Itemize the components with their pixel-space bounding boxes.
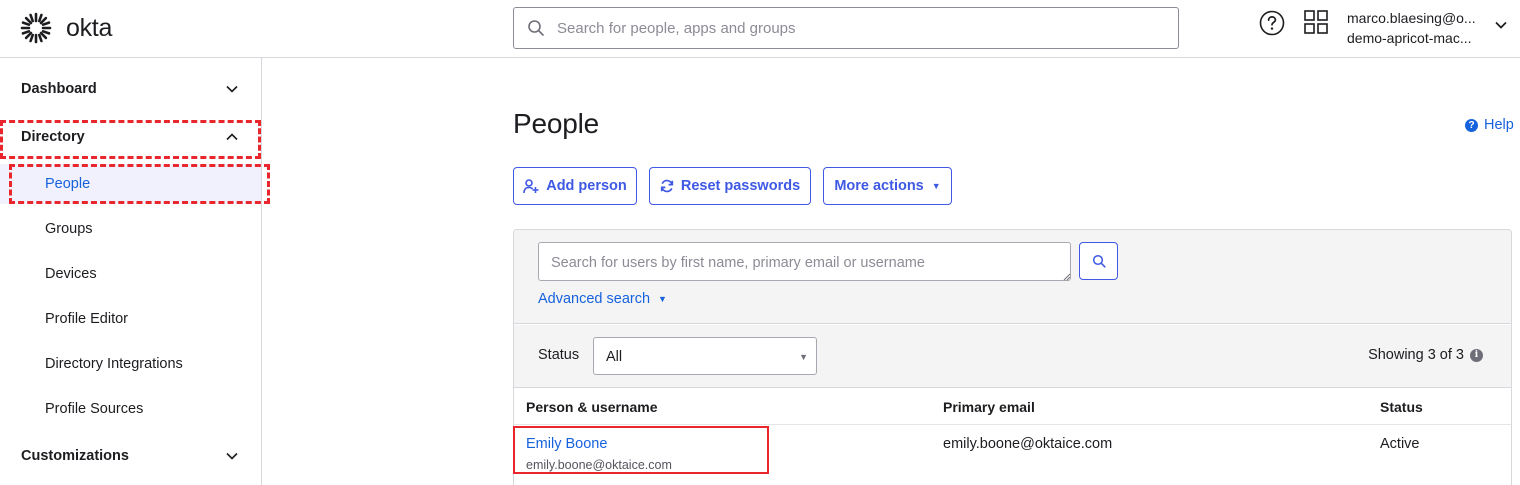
column-header-email: Primary email <box>943 399 1035 415</box>
help-link[interactable]: ? Help <box>1465 117 1514 133</box>
apps-grid-icon[interactable] <box>1304 10 1328 34</box>
results-count-label: Showing 3 of 3 <box>1368 347 1464 363</box>
table-header: Person & username Primary email Status <box>514 389 1511 425</box>
help-icon[interactable] <box>1259 10 1285 36</box>
add-person-button[interactable]: Add person <box>513 167 637 205</box>
user-search-button[interactable] <box>1079 242 1118 280</box>
global-search-box[interactable] <box>513 7 1179 49</box>
status-filter-label: Status <box>538 347 580 363</box>
sidebar-section-label: Directory <box>21 129 85 145</box>
user-org: demo-apricot-mac... <box>1347 30 1472 46</box>
advanced-search-link[interactable]: Advanced search ▼ <box>538 291 667 307</box>
sidebar-section-customizations[interactable]: Customizations <box>0 436 261 476</box>
user-name: marco.blaesing@o... <box>1347 10 1476 26</box>
search-icon <box>528 20 544 36</box>
global-search-input[interactable] <box>557 19 1157 37</box>
chevron-up-icon <box>226 133 238 141</box>
search-area: Search for users by first name, primary … <box>514 230 1511 324</box>
status-select[interactable]: All ▼ <box>593 337 817 375</box>
column-header-status: Status <box>1380 399 1423 415</box>
user-menu[interactable]: marco.blaesing@o... demo-apricot-mac... <box>1347 8 1476 48</box>
chevron-down-icon <box>226 452 238 460</box>
advanced-search-label: Advanced search <box>538 291 651 307</box>
resize-handle-icon[interactable] <box>1063 273 1071 281</box>
chevron-down-icon <box>226 85 238 93</box>
top-bar: okta marco.blaesing@o... demo-apricot-ma… <box>0 0 1520 58</box>
sidebar-item-groups[interactable]: Groups <box>0 209 261 249</box>
sidebar-section-directory[interactable]: Directory <box>0 117 261 157</box>
column-header-person: Person & username <box>526 399 658 415</box>
reset-passwords-label: Reset passwords <box>680 178 801 194</box>
sidebar-section-label: Dashboard <box>21 81 97 97</box>
person-name-link[interactable]: Emily Boone <box>526 436 607 452</box>
person-status: Active <box>1380 436 1420 452</box>
help-label: Help <box>1484 117 1514 133</box>
table-row: Emily Boone emily.boone@oktaice.com emil… <box>514 426 1511 485</box>
caret-down-icon: ▼ <box>658 294 667 304</box>
sidebar-item-people[interactable]: People <box>0 164 261 204</box>
chevron-down-icon[interactable] <box>1494 18 1508 32</box>
sidebar: Dashboard Directory People Groups Device… <box>0 58 262 485</box>
person-username: emily.boone@oktaice.com <box>526 458 672 472</box>
sidebar-section-dashboard[interactable]: Dashboard <box>0 69 261 109</box>
results-count: Showing 3 of 3 i <box>1368 347 1483 363</box>
status-select-value: All <box>606 349 623 365</box>
add-person-label: Add person <box>546 178 627 194</box>
refresh-icon <box>660 179 674 193</box>
people-panel: Search for users by first name, primary … <box>513 229 1512 485</box>
more-actions-button[interactable]: More actions ▼ <box>823 167 952 205</box>
sidebar-item-label: People <box>45 176 91 192</box>
user-search-input[interactable]: Search for users by first name, primary … <box>538 242 1071 281</box>
page-title: People <box>513 108 599 139</box>
question-icon: ? <box>1465 118 1478 132</box>
brand-name: okta <box>66 13 113 42</box>
sidebar-section-label: Customizations <box>21 448 129 464</box>
caret-down-icon: ▼ <box>931 181 941 191</box>
sidebar-item-label: Groups <box>45 221 93 237</box>
caret-down-icon: ▼ <box>799 352 808 362</box>
filter-bar: Status All ▼ Showing 3 of 3 i <box>514 325 1511 388</box>
sidebar-item-devices[interactable]: Devices <box>0 254 261 294</box>
search-icon <box>1092 254 1106 268</box>
sidebar-item-label: Profile Sources <box>45 401 144 417</box>
sidebar-item-profile-editor[interactable]: Profile Editor <box>0 299 261 339</box>
okta-sunburst-icon <box>20 12 52 44</box>
info-icon[interactable]: i <box>1470 348 1483 362</box>
sidebar-item-profile-sources[interactable]: Profile Sources <box>0 389 261 429</box>
sidebar-item-label: Profile Editor <box>45 311 129 327</box>
person-email: emily.boone@oktaice.com <box>943 436 1113 452</box>
sidebar-item-label: Devices <box>45 266 97 282</box>
okta-logo[interactable]: okta <box>20 12 112 44</box>
sidebar-item-directory-integrations[interactable]: Directory Integrations <box>0 344 261 384</box>
add-person-icon <box>523 179 539 194</box>
more-actions-label: More actions <box>834 178 924 194</box>
sidebar-item-label: Directory Integrations <box>45 356 183 372</box>
reset-passwords-button[interactable]: Reset passwords <box>649 167 811 205</box>
